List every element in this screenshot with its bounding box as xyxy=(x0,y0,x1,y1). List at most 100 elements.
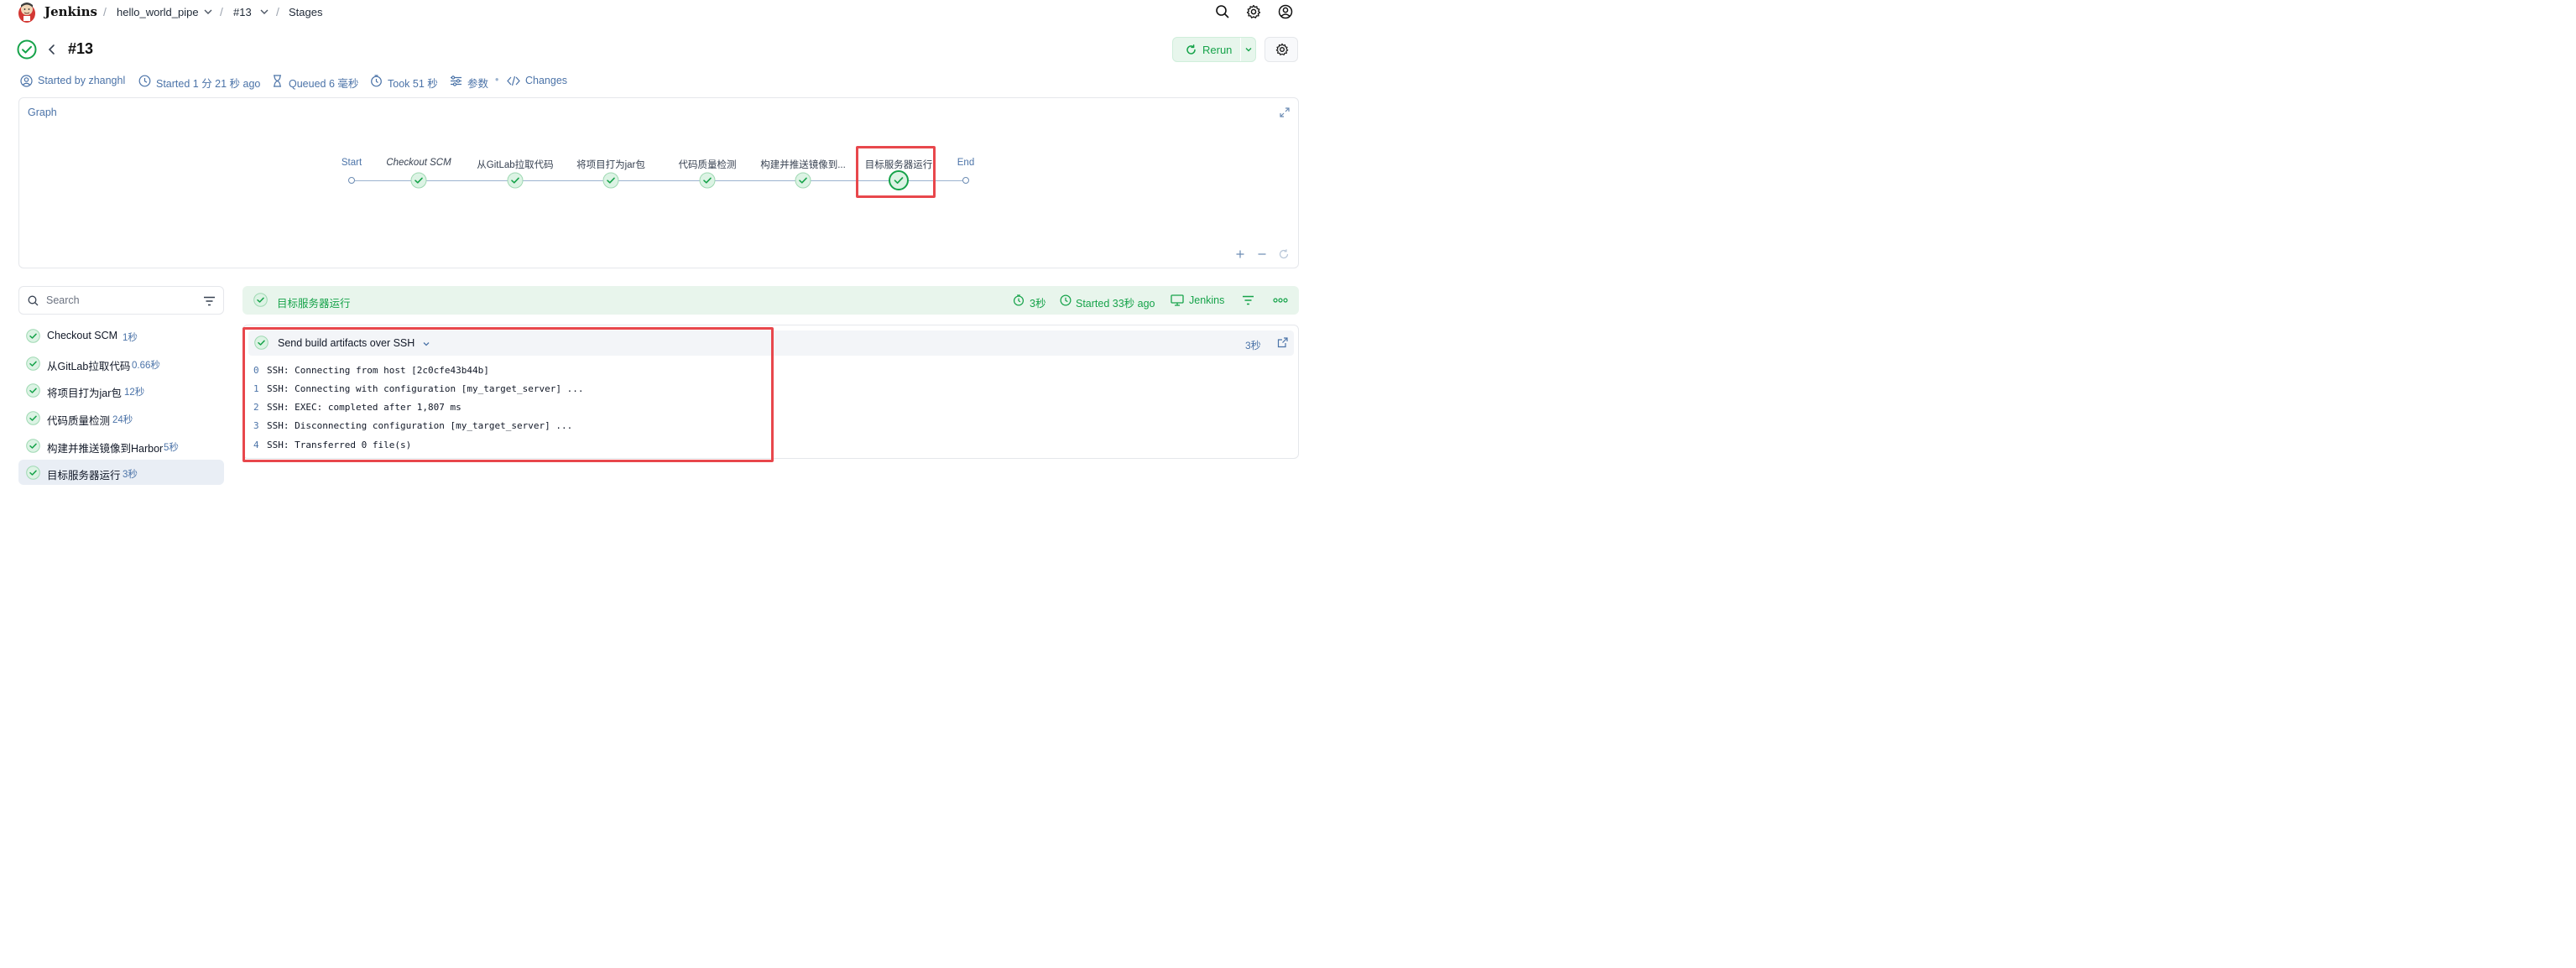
stage-detail-header: 目标服务器运行 3秒 Started 33秒 ago Jenkins xyxy=(242,286,1299,315)
pipeline-graph-panel: Graph Start Checkout SCM 从GitLab拉取代码 将项目… xyxy=(18,97,1299,268)
rerun-options-dropdown[interactable] xyxy=(1241,38,1256,61)
search-icon xyxy=(28,295,39,306)
highlight-box-selected-stage xyxy=(856,146,936,198)
stage-name: Checkout SCM xyxy=(47,330,118,341)
build-settings-button[interactable] xyxy=(1265,37,1298,62)
sidebar-stage-item[interactable]: 代码质量检测 24秒 xyxy=(18,405,224,430)
clock-icon xyxy=(138,75,151,87)
graph-stage-label[interactable]: 代码质量检测 xyxy=(679,158,737,171)
graph-start-node xyxy=(348,177,355,184)
search-input[interactable] xyxy=(46,294,197,307)
sidebar-stage-item[interactable]: 将项目打为jar包 12秒 xyxy=(18,377,224,403)
reset-zoom-icon[interactable] xyxy=(1278,248,1290,260)
build-title: #13 xyxy=(68,40,94,57)
build-meta-row: Started by zhanghl Started 1 分 21 秒 ago … xyxy=(0,74,587,91)
breadcrumb-separator: / xyxy=(276,5,279,18)
success-check-icon xyxy=(26,411,40,425)
user-circle-icon xyxy=(20,75,33,87)
graph-end-node xyxy=(962,177,969,184)
more-options-icon[interactable] xyxy=(1273,296,1288,304)
parameters-link[interactable]: 参数 xyxy=(467,75,488,91)
back-chevron-icon[interactable] xyxy=(47,44,57,55)
open-external-icon[interactable] xyxy=(1277,337,1288,348)
stage-agent-link[interactable]: Jenkins xyxy=(1189,294,1224,306)
breadcrumb-separator: / xyxy=(103,5,107,18)
graph-edge xyxy=(714,180,798,181)
graph-edge xyxy=(522,180,605,181)
zoom-out-icon[interactable] xyxy=(1256,248,1268,260)
stage-search-box xyxy=(18,286,224,315)
success-check-icon[interactable] xyxy=(699,172,716,189)
stage-name: 目标服务器运行 xyxy=(47,470,121,481)
stage-duration: 0.66秒 xyxy=(132,361,160,371)
sidebar-stage-item-active[interactable]: 目标服务器运行 3秒 xyxy=(18,460,224,485)
timer-icon xyxy=(371,75,382,87)
success-check-icon xyxy=(253,293,268,307)
user-account-icon[interactable] xyxy=(1278,4,1293,19)
changes-link[interactable]: Changes xyxy=(525,75,567,86)
refresh-icon xyxy=(1186,44,1196,55)
success-check-icon[interactable] xyxy=(507,172,524,189)
expand-icon[interactable] xyxy=(1280,107,1290,117)
build-success-icon xyxy=(17,39,37,60)
graph-title: Graph xyxy=(28,107,57,118)
stage-duration: 1秒 xyxy=(123,333,138,343)
success-check-icon[interactable] xyxy=(602,172,619,189)
zoom-in-icon[interactable] xyxy=(1234,248,1246,260)
sidebar-stage-item[interactable]: Checkout SCM 1秒 xyxy=(18,323,224,348)
stage-duration: 12秒 xyxy=(124,388,145,398)
graph-stage-label[interactable]: Checkout SCM xyxy=(386,158,451,168)
graph-edge xyxy=(618,180,701,181)
graph-stage-label[interactable]: 构建并推送镜像到... xyxy=(760,158,846,171)
graph-stage-label[interactable]: 从GitLab拉取代码 xyxy=(477,158,553,171)
code-icon xyxy=(507,75,520,86)
rerun-label: Rerun xyxy=(1202,44,1233,56)
graph-edge xyxy=(355,180,414,181)
success-check-icon xyxy=(26,383,40,398)
step-duration: 3秒 xyxy=(1245,340,1261,351)
breadcrumb-build[interactable]: #13 xyxy=(233,6,252,18)
stage-name: 构建并推送镜像到Harbor xyxy=(47,443,164,455)
graph-stage-label[interactable]: 将项目打为jar包 xyxy=(576,158,645,171)
started-time: Started 1 分 21 秒 ago xyxy=(156,78,261,90)
stage-duration: 5秒 xyxy=(164,443,179,453)
sliders-icon xyxy=(451,75,461,86)
stage-duration: 24秒 xyxy=(112,415,133,425)
success-check-icon[interactable] xyxy=(410,172,427,189)
stage-name: 将项目打为jar包 xyxy=(47,388,122,399)
rerun-button[interactable]: Rerun xyxy=(1173,38,1240,61)
took-time: Took 51 秒 xyxy=(388,78,438,90)
breadcrumb-current[interactable]: Stages xyxy=(289,6,322,18)
graph-end-label: End xyxy=(957,158,975,168)
clock-icon xyxy=(1060,294,1072,306)
monitor-icon xyxy=(1171,294,1184,306)
chevron-down-icon xyxy=(1245,48,1252,52)
breadcrumb-job[interactable]: hello_world_pipe xyxy=(117,6,199,18)
stage-duration: 3秒 xyxy=(123,470,138,480)
highlight-box-step-log xyxy=(242,327,774,462)
graph-start-label: Start xyxy=(341,158,362,168)
sidebar-stage-item[interactable]: 从GitLab拉取代码 0.66秒 xyxy=(18,351,224,376)
success-check-icon xyxy=(26,356,40,371)
filter-icon[interactable] xyxy=(203,296,216,306)
chevron-down-icon[interactable] xyxy=(259,7,269,17)
jenkins-logo[interactable] xyxy=(17,0,37,23)
gear-icon xyxy=(1275,43,1289,55)
started-by[interactable]: Started by zhanghl xyxy=(38,75,125,86)
brand-name[interactable]: Jenkins xyxy=(44,4,97,19)
hourglass-icon xyxy=(274,75,281,87)
timer-icon xyxy=(1013,294,1025,306)
stage-title: 目标服务器运行 xyxy=(277,298,351,310)
stage-started-time: Started 33秒 ago xyxy=(1076,298,1155,310)
success-check-icon[interactable] xyxy=(795,172,811,189)
stage-name: 从GitLab拉取代码 xyxy=(47,361,131,372)
queued-time: Queued 6 毫秒 xyxy=(289,78,359,90)
search-icon[interactable] xyxy=(1215,4,1230,19)
breadcrumb-separator: / xyxy=(220,5,223,18)
sidebar-stage-item[interactable]: 构建并推送镜像到Harbor 5秒 xyxy=(18,433,224,458)
chevron-down-icon[interactable] xyxy=(203,7,213,17)
gear-icon[interactable] xyxy=(1246,4,1261,19)
meta-dot-separator: • xyxy=(495,74,499,86)
filter-icon[interactable] xyxy=(1242,295,1254,305)
rerun-button-group: Rerun xyxy=(1172,37,1256,62)
